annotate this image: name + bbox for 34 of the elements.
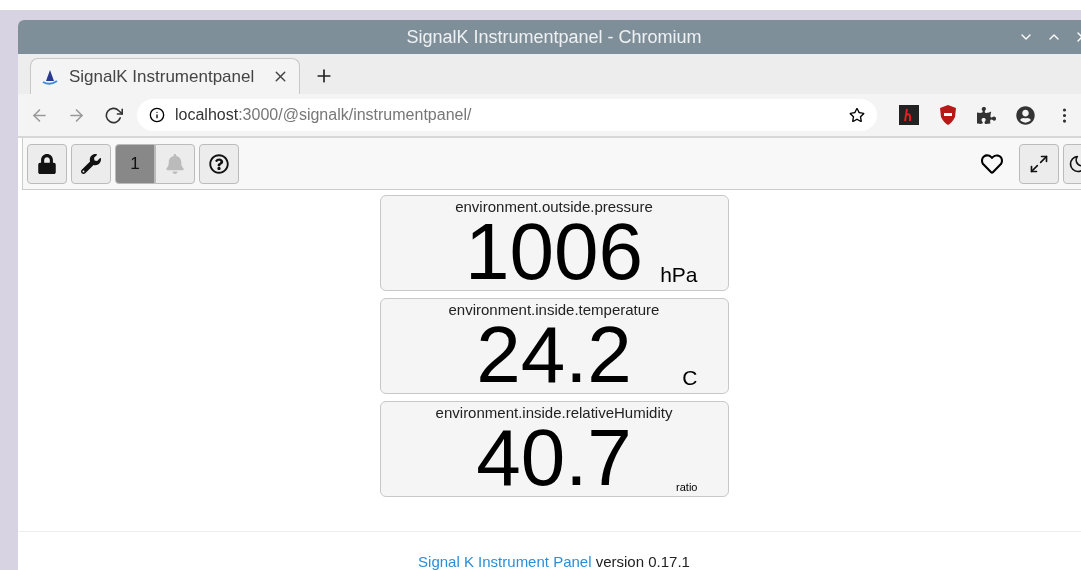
footer-link[interactable]: Signal K Instrument Panel — [418, 553, 592, 570]
lock-button[interactable] — [27, 143, 67, 184]
profile-icon[interactable] — [1016, 105, 1035, 125]
instrument-value: 24.2 — [476, 318, 632, 392]
help-icon — [209, 153, 229, 174]
fullscreen-button[interactable] — [1019, 143, 1059, 184]
puzzle-icon[interactable] — [977, 105, 996, 125]
shield-icon[interactable] — [939, 105, 957, 125]
info-icon — [149, 107, 165, 123]
extension-icon[interactable] — [899, 105, 919, 125]
browser-tab[interactable]: SignalK Instrumentpanel — [30, 58, 300, 94]
wrench-icon — [81, 153, 101, 174]
url-text: localhost:3000/@signalk/instrumentpanel/ — [175, 106, 473, 124]
reload-icon[interactable] — [104, 105, 123, 125]
star-icon[interactable] — [849, 107, 865, 123]
page-button[interactable]: 1 — [115, 143, 155, 184]
bell-icon — [165, 153, 185, 174]
instrument-title: environment.inside.relativeHumidity — [435, 404, 673, 421]
help-button[interactable] — [199, 143, 239, 184]
address-field[interactable]: localhost:3000/@signalk/instrumentpanel/ — [137, 99, 877, 131]
heart-icon[interactable] — [981, 152, 1003, 175]
expand-icon — [1029, 153, 1049, 174]
window-title: SignalK Instrumentpanel - Chromium — [406, 26, 702, 48]
instrument-title: environment.inside.temperature — [448, 301, 660, 318]
instrument-value: 40.7 — [476, 421, 632, 495]
settings-button[interactable] — [71, 143, 111, 184]
instrument-unit: ratio — [676, 481, 698, 493]
instrument-unit: C — [682, 366, 698, 390]
instrument-title: environment.outside.pressure — [455, 198, 653, 215]
tab-title: SignalK Instrumentpanel — [69, 66, 256, 87]
instrument-value: 1006 — [465, 215, 643, 289]
footer-text: Signal K Instrument Panel version 0.17.1 — [418, 553, 690, 570]
instrument-unit: hPa — [660, 263, 698, 287]
lock-icon — [37, 153, 57, 174]
